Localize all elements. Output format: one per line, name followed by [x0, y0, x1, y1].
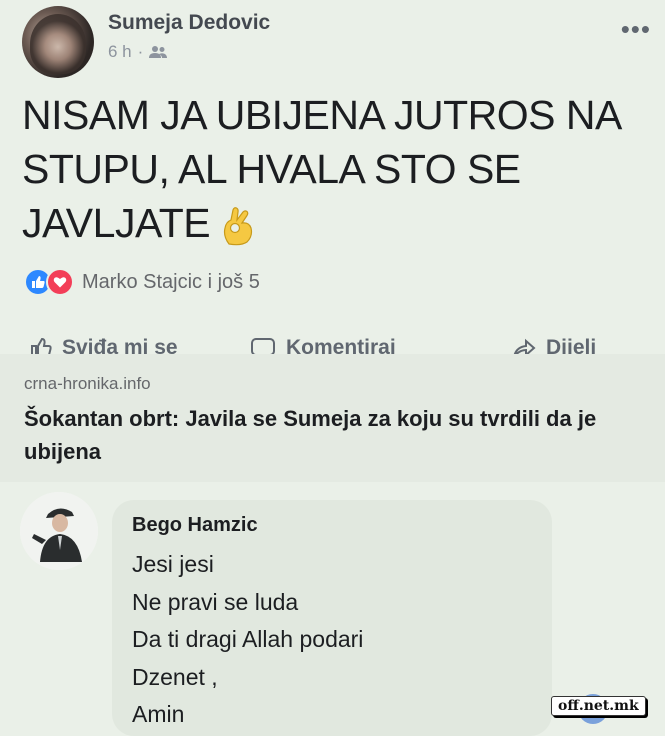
comment-icon — [251, 338, 275, 354]
share-label: Dijeli — [546, 336, 597, 354]
link-domain: crna-hronika.info — [24, 374, 151, 393]
share-button[interactable]: Dijeli — [512, 336, 596, 354]
ok-hand-emoji-icon — [223, 207, 253, 246]
post-text: NISAM JA UBIJENA JUTROS NA STUPU, AL HVA… — [22, 88, 652, 250]
comment-label: Komentiraj — [286, 336, 396, 354]
author-name[interactable]: Sumeja Dedovic — [108, 11, 270, 35]
reactions-text[interactable]: Marko Stajcic i još 5 — [82, 271, 260, 294]
comment-line: Jesi jesi — [132, 551, 214, 577]
action-bar: Sviđa mi se Komentiraj Dijeli — [0, 330, 665, 354]
comment-button[interactable]: Komentiraj — [250, 336, 396, 354]
comment-line: Ne pravi se luda — [132, 588, 299, 615]
share-icon — [513, 338, 536, 354]
like-icon — [31, 337, 52, 354]
love-icon — [46, 268, 74, 296]
post-meta: 6 h · — [108, 42, 168, 62]
facebook-post: Sumeja Dedovic 6 h · ••• NISAM JA UBIJEN… — [0, 0, 665, 736]
commenter-avatar[interactable] — [20, 492, 98, 570]
comment-line: Dzenet , — [132, 663, 218, 690]
friends-icon[interactable] — [149, 45, 168, 59]
watermark: off.net.mk — [551, 696, 646, 716]
post-text-line: NISAM JA UBIJENA JUTROS NA — [22, 92, 622, 138]
commenter-name[interactable]: Bego Hamzic — [132, 514, 258, 537]
link-preview[interactable]: crna-hronika.info Šokantan obrt: Javila … — [0, 354, 665, 482]
more-options-icon[interactable]: ••• — [621, 16, 651, 42]
post-time[interactable]: 6 h — [108, 42, 132, 62]
reactions-summary[interactable]: Marko Stajcic i još 5 — [24, 268, 260, 296]
author-avatar[interactable] — [22, 6, 94, 78]
meta-separator: · — [137, 42, 144, 61]
post-text-line: JAVLJATE — [22, 196, 652, 250]
post-text-line-3: JAVLJATE — [22, 200, 211, 246]
like-button[interactable]: Sviđa mi se — [30, 336, 178, 354]
comment-line: Da ti dragi Allah podari — [132, 626, 364, 652]
like-label: Sviđa mi se — [62, 336, 178, 354]
link-title[interactable]: Šokantan obrt: Javila se Sumeja za koju … — [24, 402, 644, 468]
comment-text: Jesi jesi Ne pravi se luda Da ti dragi A… — [132, 546, 363, 734]
comment-line: Amin — [132, 701, 185, 727]
post-text-line: STUPU, AL HVALA STO SE — [22, 146, 521, 192]
